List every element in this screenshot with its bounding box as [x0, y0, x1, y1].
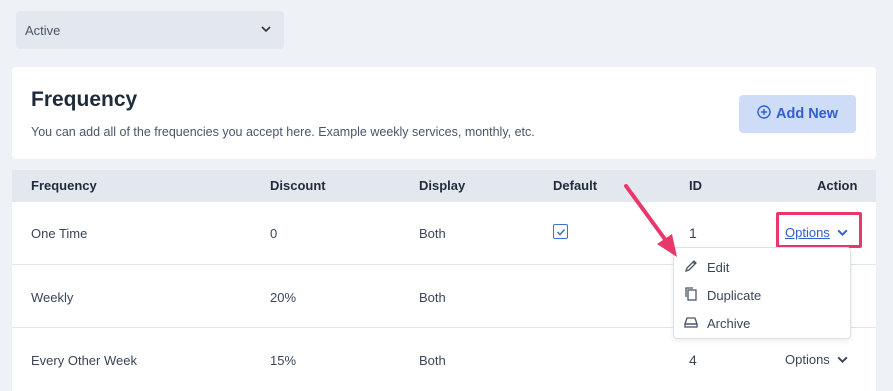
frequency-cell: Every Other Week [31, 353, 137, 368]
plus-circle-icon [757, 105, 771, 123]
menu-item-label: Duplicate [707, 287, 762, 303]
options-dropdown-menu: Edit Duplicate Archive [673, 247, 851, 339]
options-label[interactable]: Options [785, 352, 830, 367]
column-header-action: Action [817, 178, 858, 193]
status-filter-value: Active [25, 22, 61, 38]
checkmark-icon [556, 228, 565, 236]
frequency-cell: Weekly [31, 290, 74, 305]
id-cell: 4 [689, 352, 697, 368]
column-header-default[interactable]: Default [553, 178, 597, 193]
archive-icon [683, 314, 699, 333]
page-title: Frequency [31, 88, 138, 111]
page-subtitle: You can add all of the frequencies you a… [31, 125, 535, 139]
copy-icon [683, 286, 699, 305]
menu-item-duplicate[interactable]: Duplicate [674, 281, 850, 309]
column-header-id[interactable]: ID [689, 178, 702, 193]
annotation-highlight-box [776, 212, 862, 248]
add-new-label: Add New [775, 106, 839, 122]
discount-cell: 0 [270, 226, 278, 241]
add-new-button[interactable]: Add New [739, 95, 856, 133]
pencil-icon [683, 258, 699, 277]
status-filter-select[interactable]: Active [16, 11, 284, 49]
menu-item-archive[interactable]: Archive [674, 309, 850, 337]
discount-cell: 20% [270, 290, 297, 305]
header-card: Frequency You can add all of the frequen… [12, 67, 876, 159]
table-header: Frequency Discount Display Default ID Ac… [12, 170, 876, 202]
column-header-discount[interactable]: Discount [270, 178, 326, 193]
menu-item-label: Archive [707, 315, 751, 331]
display-cell: Both [419, 226, 446, 241]
display-cell: Both [419, 353, 446, 368]
id-cell: 1 [689, 225, 697, 241]
discount-cell: 15% [270, 353, 297, 368]
menu-item-label: Edit [707, 259, 730, 275]
column-header-frequency[interactable]: Frequency [31, 178, 97, 193]
frequency-cell: One Time [31, 226, 88, 241]
chevron-down-icon [260, 23, 272, 38]
column-header-display[interactable]: Display [419, 178, 465, 193]
display-cell: Both [419, 290, 446, 305]
options-dropdown-toggle[interactable]: Options [785, 352, 849, 367]
menu-item-edit[interactable]: Edit [674, 253, 850, 281]
default-checkbox[interactable] [553, 224, 568, 239]
chevron-down-icon [837, 356, 848, 364]
